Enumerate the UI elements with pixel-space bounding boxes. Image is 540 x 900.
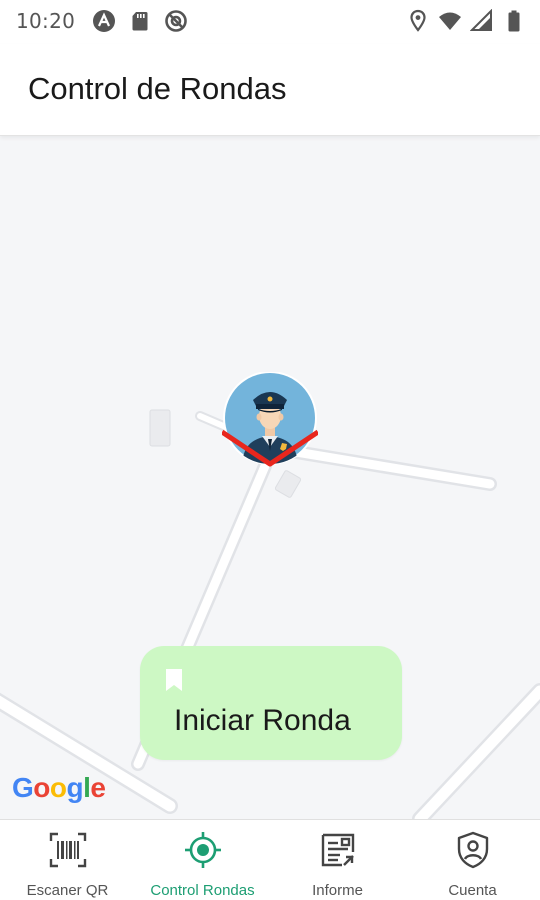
google-logo-letter: l (83, 772, 91, 803)
google-logo-letter: o (33, 772, 50, 803)
status-right-icons (406, 9, 526, 33)
nav-label: Escaner QR (26, 882, 109, 899)
google-logo-letter: e (90, 772, 106, 803)
report-icon (321, 833, 354, 867)
app-bar: Control de Rondas (0, 44, 540, 136)
barcode-scan-icon (49, 832, 86, 868)
status-time: 10:20 (16, 9, 76, 33)
status-bar: 10:20 (0, 0, 540, 44)
google-logo: Google (12, 772, 106, 804)
start-round-button[interactable]: Iniciar Ronda (140, 646, 402, 760)
nav-item-cuenta[interactable]: Cuenta (405, 820, 540, 900)
account-shield-icon (457, 831, 488, 869)
map-view[interactable]: Google Iniciar Ronda (0, 136, 540, 819)
sync-icon (165, 10, 187, 32)
nav-item-informe[interactable]: Informe (270, 820, 405, 900)
google-logo-letter: g (66, 772, 84, 803)
building-2 (274, 470, 302, 498)
google-logo-letter: o (49, 772, 67, 803)
gps-target-icon (184, 832, 221, 868)
nav-label: Informe (312, 882, 363, 899)
sd-card-icon (132, 12, 148, 31)
google-logo-letter: G (12, 772, 34, 803)
nav-label: Control Rondas (150, 882, 255, 899)
start-round-label: Iniciar Ronda (174, 704, 351, 737)
location-icon (410, 9, 426, 32)
nav-item-escaner-qr[interactable]: Escaner QR (0, 820, 135, 900)
nav-label: Cuenta (448, 882, 497, 899)
bottom-navigation: Escaner QR Control Rondas Informe Cuenta (0, 819, 540, 900)
nav-item-control-rondas[interactable]: Control Rondas (135, 820, 270, 900)
building-1 (149, 409, 171, 447)
wifi-icon (439, 12, 461, 30)
page-title: Control de Rondas (28, 71, 287, 106)
bookmark-icon (166, 669, 182, 691)
android-studio-icon (93, 10, 115, 32)
status-left-icons (92, 9, 188, 33)
signal-icon (470, 9, 492, 31)
user-location-marker[interactable] (222, 372, 318, 468)
battery-icon (508, 10, 520, 32)
